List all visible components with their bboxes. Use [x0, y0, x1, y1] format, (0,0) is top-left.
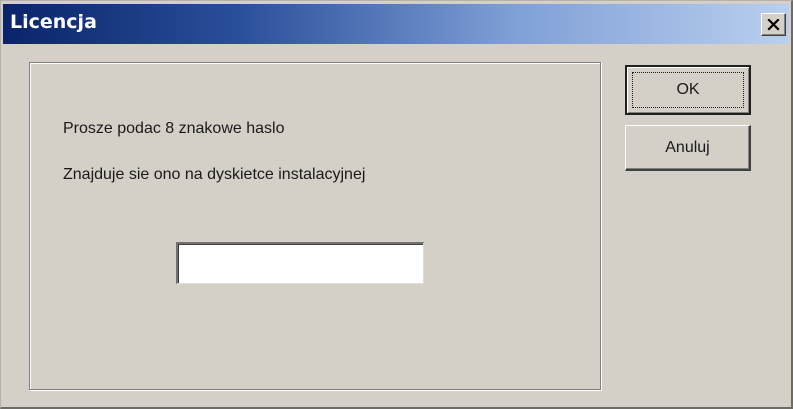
dialog-title: Licencja — [10, 11, 97, 33]
password-prompt-label: Prosze podac 8 znakowe haslo — [63, 120, 285, 137]
close-icon — [767, 18, 780, 31]
password-hint-label: Znajduje sie ono na dyskietce instalacyj… — [63, 166, 366, 183]
password-input[interactable] — [176, 242, 424, 284]
ok-button[interactable]: OK — [625, 65, 751, 115]
content-panel: Prosze podac 8 znakowe haslo Znajduje si… — [29, 62, 601, 390]
title-bar[interactable]: Licencja — [3, 4, 789, 44]
close-button[interactable] — [761, 13, 786, 36]
cancel-button-label: Anuluj — [665, 138, 710, 156]
license-dialog: Licencja Prosze podac 8 znakowe haslo Zn… — [0, 0, 793, 409]
ok-button-label: OK — [676, 81, 700, 98]
cancel-button[interactable]: Anuluj — [625, 125, 751, 171]
